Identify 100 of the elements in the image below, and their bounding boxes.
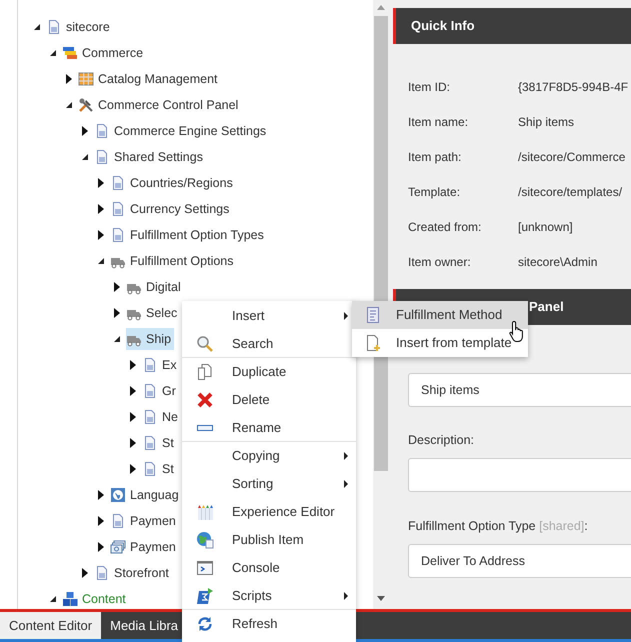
- menu-item[interactable]: Search: [182, 329, 356, 357]
- menu-item[interactable]: Copying: [182, 441, 356, 469]
- refresh-icon: [196, 614, 214, 632]
- page-icon: [110, 175, 126, 191]
- tree-item[interactable]: Commerce Control Panel: [78, 94, 242, 116]
- scroll-down-icon[interactable]: [377, 596, 385, 601]
- info-value: /sitecore/templates/: [518, 184, 622, 200]
- tree-item[interactable]: Ship: [126, 328, 174, 350]
- toggle-icon[interactable]: [96, 230, 106, 240]
- tools-icon: [78, 97, 94, 113]
- menu-item[interactable]: Fulfillment Method: [352, 301, 528, 329]
- toggle-icon[interactable]: [128, 438, 138, 448]
- menu-item[interactable]: Delete: [182, 385, 356, 413]
- globe-icon: [196, 530, 214, 548]
- tree-item[interactable]: Storefront: [94, 562, 172, 584]
- field-icon: [197, 424, 213, 430]
- crayons-icon: [196, 502, 214, 520]
- scrollbar[interactable]: [373, 0, 389, 609]
- tree-item[interactable]: St: [142, 432, 177, 454]
- menu-item[interactable]: Experience Editor: [182, 497, 356, 525]
- field-label: Description:: [407, 432, 475, 449]
- info-label: Item path:: [408, 148, 462, 166]
- tree-item[interactable]: Ex: [142, 354, 180, 376]
- toggle-icon[interactable]: [96, 178, 106, 188]
- info-value: Ship items: [518, 114, 574, 130]
- tree-item[interactable]: Commerce Engine Settings: [94, 120, 270, 142]
- toggle-icon[interactable]: [64, 100, 74, 110]
- menu-item[interactable]: Scripts: [182, 581, 356, 609]
- toggle-icon[interactable]: [128, 360, 138, 370]
- info-value: {3817F8D5-994B-4F: [518, 78, 628, 96]
- toggle-icon[interactable]: [96, 516, 106, 526]
- tree-item[interactable]: sitecore: [46, 16, 113, 38]
- tree-item[interactable]: Commerce: [62, 42, 146, 64]
- info-label: Template:: [408, 184, 462, 200]
- submenu-arrow-icon: [344, 312, 348, 320]
- copy-icon: [196, 362, 214, 380]
- tree-item[interactable]: Shared Settings: [94, 146, 206, 168]
- field-label: Fulfillment Option Type [shared]:: [407, 518, 589, 535]
- terminal-icon: [196, 558, 214, 576]
- toggle-icon[interactable]: [80, 568, 90, 578]
- money-icon: [110, 539, 126, 555]
- page-icon: [94, 149, 110, 165]
- tree-item[interactable]: Ne: [142, 406, 181, 428]
- menu-item[interactable]: Console: [182, 553, 356, 581]
- input-field[interactable]: [408, 458, 631, 492]
- tree-item[interactable]: Gr: [142, 380, 179, 402]
- tree-item[interactable]: Fulfillment Options: [110, 250, 237, 272]
- tree-item[interactable]: Catalog Management: [78, 68, 221, 90]
- page-icon: [94, 565, 110, 581]
- toggle-icon[interactable]: [80, 152, 90, 162]
- toggle-icon[interactable]: [128, 464, 138, 474]
- toggle-icon[interactable]: [96, 256, 106, 266]
- toggle-icon[interactable]: [112, 282, 122, 292]
- toggle-icon[interactable]: [32, 22, 42, 32]
- submenu-arrow-icon: [344, 452, 348, 460]
- toggle-icon[interactable]: [96, 204, 106, 214]
- tree-item[interactable]: Fulfillment Option Types: [110, 224, 267, 246]
- panels-icon: [62, 45, 78, 61]
- toggle-icon[interactable]: [48, 48, 58, 58]
- toggle-icon[interactable]: [48, 594, 58, 604]
- tree-item[interactable]: Content: [62, 588, 129, 609]
- page-icon: [142, 461, 158, 477]
- menu-item[interactable]: Duplicate: [182, 357, 356, 385]
- input-field[interactable]: Ship items: [408, 373, 631, 407]
- toggle-icon[interactable]: [112, 334, 122, 344]
- tree-item[interactable]: Paymen: [110, 510, 179, 532]
- page-icon: [142, 383, 158, 399]
- tree-item[interactable]: Languag: [110, 484, 182, 506]
- tree-item[interactable]: Currency Settings: [110, 198, 232, 220]
- info-label: Created from:: [408, 218, 482, 236]
- submenu-arrow-icon: [344, 480, 348, 488]
- input-field[interactable]: Deliver To Address: [408, 544, 631, 578]
- section-title: Panel: [529, 298, 564, 316]
- toggle-icon[interactable]: [96, 490, 106, 500]
- toggle-icon[interactable]: [96, 542, 106, 552]
- info-value: /sitecore/Commerce: [518, 148, 626, 166]
- menu-item[interactable]: Publish Item: [182, 525, 356, 553]
- tree-item[interactable]: Countries/Regions: [110, 172, 236, 194]
- cross-icon: [196, 390, 214, 408]
- toggle-icon[interactable]: [128, 386, 138, 396]
- page-icon: [142, 357, 158, 373]
- toggle-icon[interactable]: [64, 74, 74, 84]
- info-label: Item owner:: [408, 254, 472, 270]
- search-icon: [196, 334, 214, 352]
- cubes-icon: [62, 591, 78, 607]
- tree-item[interactable]: Paymen: [110, 536, 179, 558]
- page-icon: [110, 201, 126, 217]
- menu-item[interactable]: Refresh: [182, 609, 356, 637]
- menu-item[interactable]: Sorting: [182, 469, 356, 497]
- tree-item[interactable]: Digital: [126, 276, 184, 298]
- script-icon: [196, 586, 214, 604]
- tree-item[interactable]: St: [142, 458, 177, 480]
- toggle-icon[interactable]: [112, 308, 122, 318]
- tree-item[interactable]: Selec: [126, 302, 180, 324]
- submenu-arrow-icon: [344, 592, 348, 600]
- toggle-icon[interactable]: [128, 412, 138, 422]
- toggle-icon[interactable]: [80, 126, 90, 136]
- tab[interactable]: Content Editor: [0, 612, 102, 639]
- document-icon: [364, 306, 382, 324]
- menu-item[interactable]: Rename: [182, 413, 356, 441]
